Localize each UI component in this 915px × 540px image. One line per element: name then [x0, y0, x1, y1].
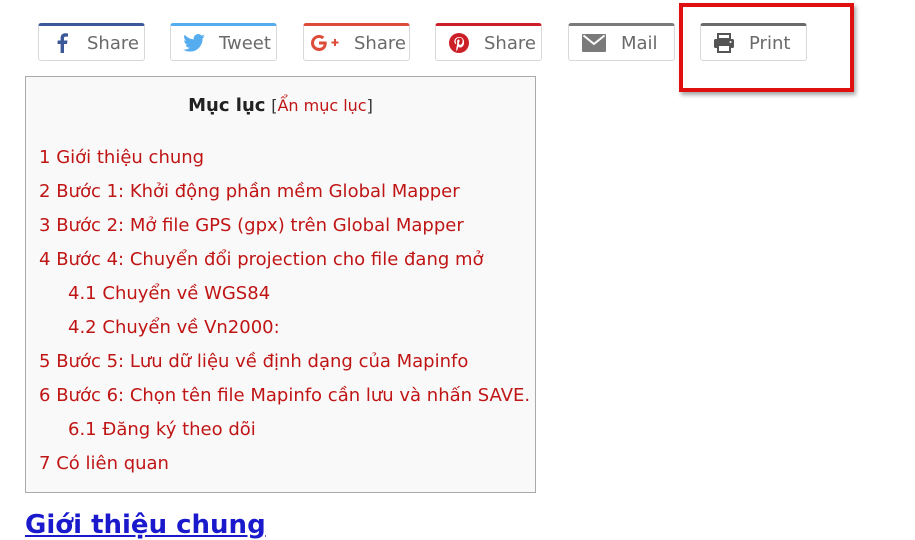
toc-toggle-link[interactable]: Ẩn mục lục — [277, 96, 366, 115]
toc-item-number: 2 — [39, 181, 51, 202]
toc-item[interactable]: 4 Bước 4: Chuyển đổi projection cho file… — [39, 249, 484, 270]
toc-subitem[interactable]: 4.1 Chuyển về WGS84 — [68, 283, 270, 304]
pinterest-share-button[interactable]: Share — [435, 23, 542, 61]
googleplus-share-label: Share — [354, 32, 406, 54]
twitter-tweet-button[interactable]: Tweet — [170, 23, 277, 61]
toc-item[interactable]: 5 Bước 5: Lưu dữ liệu về định dạng của M… — [39, 351, 468, 372]
toc-item-label: Bước 5: Lưu dữ liệu về định dạng của Map… — [56, 351, 469, 372]
toc-item-label: Giới thiệu chung — [56, 147, 205, 168]
toc-subitem[interactable]: 4.2 Chuyển về Vn2000: — [68, 317, 280, 338]
toc-item[interactable]: 3 Bước 2: Mở file GPS (gpx) trên Global … — [39, 215, 464, 236]
toc-item-label: Đăng ký theo dõi — [102, 419, 256, 440]
twitter-tweet-label: Tweet — [219, 32, 271, 54]
twitter-icon — [183, 32, 205, 54]
toc-header: Mục lục [Ẩn mục lục] — [26, 95, 535, 116]
toc-title: Mục lục — [188, 95, 266, 116]
toc-item-number: 4.1 — [68, 283, 97, 304]
toc-bracket-close: ] — [366, 96, 373, 115]
googleplus-share-button[interactable]: Share — [303, 23, 410, 61]
toc-item-label: Bước 1: Khởi động phần mềm Global Mapper — [56, 181, 460, 202]
toc-item-label: Chuyển về Vn2000: — [102, 317, 280, 338]
toc-item-label: Bước 4: Chuyển đổi projection cho file đ… — [56, 249, 484, 270]
toc-item-label: Chuyển về WGS84 — [102, 283, 271, 304]
mail-icon — [581, 32, 607, 54]
toc-item-number: 5 — [39, 351, 51, 372]
toc-item-number: 4 — [39, 249, 51, 270]
toc-item-number: 4.2 — [68, 317, 97, 338]
pinterest-icon — [448, 32, 470, 54]
toc-item[interactable]: 7 Có liên quan — [39, 453, 169, 474]
facebook-share-label: Share — [87, 32, 139, 54]
toc-item-number: 6 — [39, 385, 51, 406]
table-of-contents: Mục lục [Ẩn mục lục] 1 Giới thiệu chung … — [25, 76, 536, 493]
print-highlight-box — [679, 3, 854, 92]
toc-item[interactable]: 2 Bước 1: Khởi động phần mềm Global Mapp… — [39, 181, 460, 202]
toc-item[interactable]: 1 Giới thiệu chung — [39, 147, 204, 168]
toc-item-number: 7 — [39, 453, 51, 474]
section-heading-link[interactable]: Giới thiệu chung — [25, 510, 266, 540]
facebook-icon — [51, 32, 73, 54]
toc-item-label: Bước 6: Chọn tên file Mapinfo cần lưu và… — [56, 385, 531, 406]
toc-subitem[interactable]: 6.1 Đăng ký theo dõi — [68, 419, 256, 440]
toc-item-number: 1 — [39, 147, 51, 168]
toc-item-label: Có liên quan — [56, 453, 169, 474]
toc-item-number: 6.1 — [68, 419, 97, 440]
mail-share-label: Mail — [621, 32, 658, 54]
toc-item[interactable]: 6 Bước 6: Chọn tên file Mapinfo cần lưu … — [39, 385, 530, 406]
share-bar: Share Tweet Share Share Mail Print — [0, 0, 915, 92]
facebook-share-button[interactable]: Share — [38, 23, 145, 61]
google-plus-icon — [310, 32, 340, 54]
pinterest-share-label: Share — [484, 32, 536, 54]
toc-item-label: Bước 2: Mở file GPS (gpx) trên Global Ma… — [56, 215, 464, 236]
mail-share-button[interactable]: Mail — [568, 23, 675, 61]
toc-item-number: 3 — [39, 215, 51, 236]
